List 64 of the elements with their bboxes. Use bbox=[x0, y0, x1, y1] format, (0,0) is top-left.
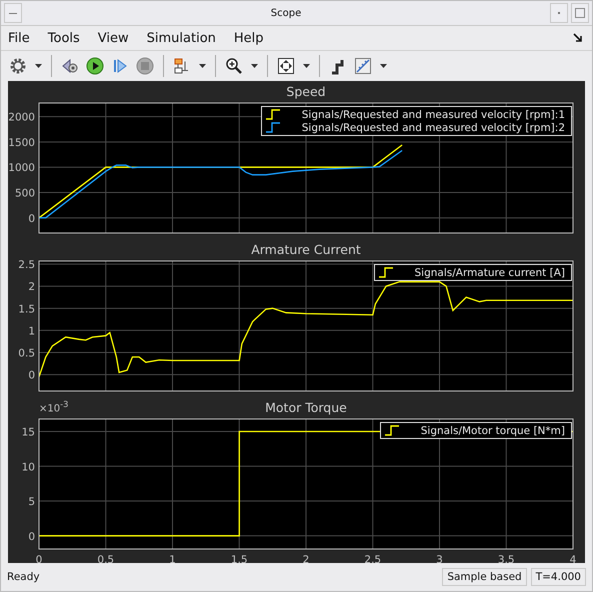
x-tick-label: 4 bbox=[570, 554, 576, 563]
step-forward-icon bbox=[111, 57, 129, 75]
gear-icon bbox=[9, 57, 27, 75]
x-tick-label: 0.5 bbox=[97, 554, 114, 563]
x-tick-label: 0 bbox=[36, 554, 42, 563]
menu-item[interactable]: Help bbox=[234, 30, 264, 46]
y-tick-label: 1.5 bbox=[18, 303, 35, 316]
undock-arrow-icon[interactable] bbox=[573, 33, 583, 43]
y-tick-label: 0.5 bbox=[18, 348, 35, 360]
plot-title: Motor Torque bbox=[265, 400, 347, 415]
x-tick-label: 1 bbox=[169, 554, 176, 563]
y-tick-label: 5 bbox=[28, 496, 35, 508]
stop-icon bbox=[136, 57, 154, 75]
y-tick-label: 0 bbox=[28, 212, 35, 225]
y-tick-label: 1500 bbox=[8, 136, 35, 149]
plot-title: Speed bbox=[286, 84, 326, 99]
menu-item[interactable]: File bbox=[8, 30, 30, 46]
caret-icon bbox=[198, 64, 206, 68]
menu-item[interactable]: Tools bbox=[48, 30, 80, 46]
fit-to-view-icon bbox=[277, 57, 295, 75]
caret-icon bbox=[250, 64, 258, 68]
y-tick-label: 2000 bbox=[8, 112, 35, 124]
x-tick-label: 2.5 bbox=[364, 554, 382, 563]
menu-item[interactable]: View bbox=[98, 30, 129, 46]
maximize-icon bbox=[575, 8, 585, 18]
status-message: Ready bbox=[7, 571, 41, 583]
x-tick-label: 3.5 bbox=[498, 554, 515, 563]
caret-icon bbox=[34, 64, 42, 68]
legend-label: Signals/Armature current [A] bbox=[414, 266, 565, 278]
y-tick-label: 15 bbox=[22, 426, 35, 439]
y-tick-label: 2.5 bbox=[18, 259, 35, 272]
window-menu-button[interactable] bbox=[4, 3, 22, 23]
y-tick-label: 1000 bbox=[8, 162, 35, 174]
legend-label: Signals/Requested and measured velocity [rpm]:2 bbox=[302, 122, 565, 134]
ruler-icon bbox=[354, 57, 372, 75]
step-back-icon bbox=[61, 57, 79, 75]
play-icon bbox=[86, 57, 104, 75]
measure-button[interactable] bbox=[352, 55, 374, 77]
caret-icon bbox=[380, 64, 386, 68]
x-tick-label: 1.5 bbox=[230, 554, 248, 563]
y-tick-label: 500 bbox=[14, 188, 35, 200]
status-mode: Sample based bbox=[442, 568, 527, 586]
minimize-icon bbox=[9, 11, 17, 15]
run-button[interactable] bbox=[84, 55, 106, 77]
axis-exponent-label: ×10$^{-3}$ bbox=[39, 399, 68, 414]
x-tick-label: 3 bbox=[436, 554, 443, 563]
legend-label: Signals/Requested and measured velocity [rpm]:1 bbox=[302, 108, 565, 120]
fit-view-button[interactable] bbox=[275, 55, 297, 77]
y-tick-label: 10 bbox=[22, 461, 35, 474]
y-tick-label: 0 bbox=[28, 530, 35, 543]
plot-title: Armature Current bbox=[251, 242, 361, 257]
menu-item[interactable]: Simulation bbox=[146, 30, 216, 46]
zoom-in-icon bbox=[225, 57, 243, 75]
block-diagram-icon bbox=[173, 57, 191, 75]
x-tick-label: 2 bbox=[302, 554, 310, 563]
window-title: Scope bbox=[270, 8, 302, 18]
caret-icon bbox=[302, 64, 310, 68]
y-tick-label: 1 bbox=[28, 325, 35, 338]
stop-button[interactable] bbox=[134, 55, 156, 77]
y-tick-label: 2 bbox=[28, 281, 35, 294]
y-tick-label: 0 bbox=[28, 370, 35, 382]
legend-label: Signals/Motor torque [N*m] bbox=[420, 424, 565, 436]
status-time: T=4.000 bbox=[530, 568, 586, 586]
maximize-button[interactable] bbox=[571, 3, 589, 23]
